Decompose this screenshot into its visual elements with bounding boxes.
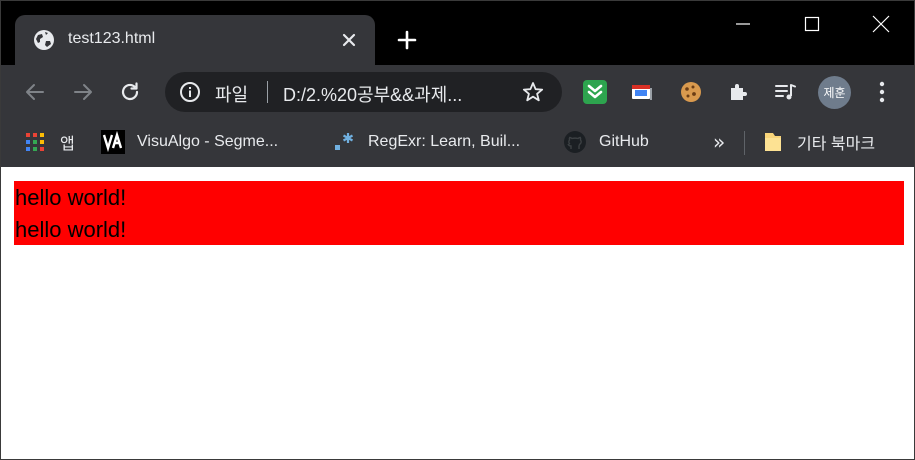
toolbar: 파일 D:/2.%20공부&&과제... 제훈	[1, 65, 914, 119]
hello-text-line: hello world!	[15, 185, 127, 210]
minimize-button[interactable]	[709, 1, 777, 47]
url-text[interactable]: D:/2.%20공부&&과제...	[283, 81, 505, 107]
plus-icon	[397, 30, 417, 50]
bookmark-label: RegExr: Learn, Buil...	[368, 133, 521, 150]
media-control-button[interactable]	[771, 78, 799, 106]
menu-button[interactable]	[869, 78, 895, 106]
bookmarks-overflow-button[interactable]: »	[713, 129, 725, 155]
bookmark-regexr[interactable]: RegExr: Learn, Buil...	[332, 129, 520, 155]
folder-icon	[765, 133, 781, 151]
close-icon	[872, 15, 890, 33]
address-bar[interactable]: 파일 D:/2.%20공부&&과제...	[165, 72, 562, 112]
close-tab-button[interactable]	[337, 28, 361, 52]
bookmark-label: 기타 북마크	[797, 136, 876, 153]
extensions-button[interactable]	[724, 78, 752, 106]
tab-title: test123.html	[68, 30, 156, 47]
maximize-icon	[804, 16, 820, 32]
new-tab-button[interactable]	[393, 26, 421, 54]
bookmark-label: GitHub	[599, 133, 649, 150]
reload-icon	[121, 82, 139, 101]
reload-button[interactable]	[115, 77, 145, 107]
bookmark-label: VisuAlgo - Segme...	[137, 133, 279, 150]
playlist-music-icon	[775, 84, 796, 100]
window-close-button[interactable]	[847, 1, 914, 47]
visualgo-icon	[101, 130, 125, 154]
extension-download-button[interactable]	[581, 78, 609, 106]
browser-window: test123.html 파일 D:/2.%20공부&&과제... 제훈 앱 V…	[0, 0, 915, 460]
minimize-icon	[736, 23, 750, 25]
bookmark-github[interactable]: GitHub	[563, 129, 649, 155]
arrow-right-icon	[74, 84, 92, 100]
info-icon[interactable]	[179, 81, 201, 103]
tab-active[interactable]: test123.html	[15, 15, 375, 65]
arrow-left-icon	[26, 84, 44, 100]
maximize-button[interactable]	[778, 1, 846, 47]
apps-grid-icon	[26, 133, 44, 151]
cookie-icon	[681, 82, 701, 102]
bookmark-apps[interactable]: 앱	[23, 129, 75, 155]
regexr-icon	[335, 133, 354, 150]
close-icon	[342, 33, 356, 47]
bookmark-label: 앱	[60, 136, 75, 153]
bookmarks-bar: 앱 VisuAlgo - Segme... RegExr: Learn, Bui…	[1, 119, 914, 167]
page-viewport: hello world! hello world!	[1, 167, 914, 459]
url-divider	[267, 81, 268, 103]
tab-strip: test123.html	[1, 1, 914, 65]
back-button[interactable]	[20, 77, 50, 107]
star-icon[interactable]	[521, 80, 545, 104]
bookmark-visualgo[interactable]: VisuAlgo - Segme...	[101, 129, 278, 155]
globe-icon	[34, 30, 54, 50]
bookmarks-divider	[744, 131, 745, 155]
download-chevrons-icon	[583, 80, 607, 104]
forward-button[interactable]	[68, 77, 98, 107]
url-scheme-label: 파일	[215, 85, 249, 106]
profile-avatar[interactable]: 제훈	[818, 76, 851, 109]
red-content-box: hello world! hello world!	[14, 181, 904, 245]
more-vert-icon	[879, 81, 885, 103]
github-icon	[564, 131, 586, 153]
window-stack-icon	[632, 85, 652, 100]
bookmark-other-folder[interactable]: 기타 북마크	[761, 129, 875, 155]
extension-cast-button[interactable]	[628, 78, 656, 106]
extension-cookie-button[interactable]	[677, 78, 705, 106]
puzzle-icon	[731, 84, 747, 100]
hello-text-line: hello world!	[15, 217, 127, 242]
